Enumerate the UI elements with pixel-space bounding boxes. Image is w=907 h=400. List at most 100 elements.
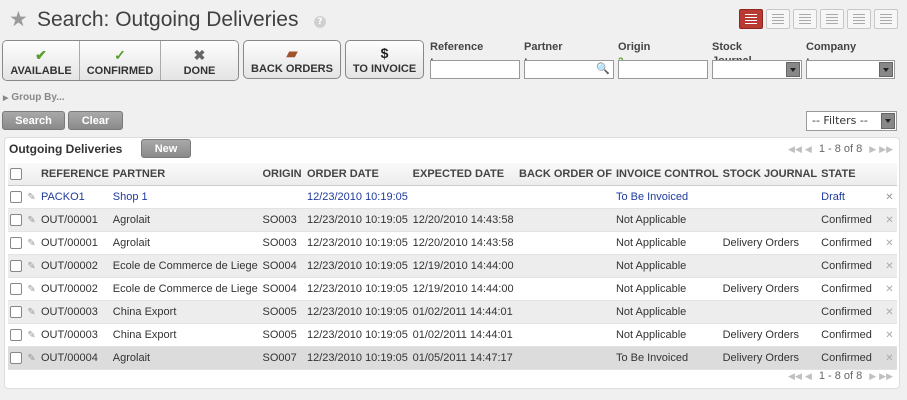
back-orders-filter-button[interactable]: ▰ BACK ORDERS bbox=[243, 40, 341, 79]
edit-pencil-icon[interactable]: ✎ bbox=[25, 254, 39, 278]
last-page-icon[interactable]: ▶▶ bbox=[879, 371, 893, 382]
row-checkbox[interactable] bbox=[10, 306, 22, 319]
table-row[interactable]: ✎ OUT/00003 China Export SO005 12/23/2010 10… bbox=[8, 300, 897, 324]
clear-button[interactable]: Clear bbox=[68, 111, 123, 130]
next-page-icon[interactable]: ▶ bbox=[869, 144, 876, 155]
cell-invoice-control: Not Applicable bbox=[613, 208, 721, 232]
col-invoice-control[interactable]: INVOICE CONTROL bbox=[613, 163, 721, 186]
available-filter-button[interactable]: ✔ AVAILABLE bbox=[3, 41, 80, 80]
delete-row-icon[interactable]: ✕ bbox=[881, 277, 897, 301]
stock-journal-select[interactable] bbox=[712, 60, 802, 79]
cell-state: Confirmed bbox=[819, 323, 882, 347]
table-row[interactable]: ✎ OUT/00004 Agrolait SO007 12/23/2010 10:19:… bbox=[8, 346, 897, 370]
delete-row-icon[interactable]: ✕ bbox=[881, 346, 897, 370]
col-expected-date[interactable]: EXPECTED DATE bbox=[410, 163, 518, 186]
help-icon[interactable]: ? bbox=[314, 16, 326, 28]
last-page-icon[interactable]: ▶▶ bbox=[879, 144, 893, 155]
search-button[interactable]: Search bbox=[2, 111, 65, 130]
col-origin[interactable]: ORIGIN bbox=[260, 163, 305, 186]
origin-label-text: Origin bbox=[618, 41, 651, 53]
cell-invoice-control: Not Applicable bbox=[613, 254, 721, 278]
delete-row-icon[interactable]: ✕ bbox=[881, 231, 897, 255]
prev-page-icon[interactable]: ◀ bbox=[805, 144, 812, 155]
dropdown-arrow-icon[interactable] bbox=[786, 62, 800, 77]
cell-stock-journal bbox=[720, 254, 820, 278]
favorite-star-icon[interactable]: ★ bbox=[9, 7, 28, 31]
reference-input[interactable] bbox=[430, 60, 520, 79]
row-checkbox[interactable] bbox=[10, 329, 22, 342]
confirmed-filter-button[interactable]: ✓ CONFIRMED bbox=[80, 41, 161, 80]
row-checkbox-cell bbox=[8, 277, 26, 301]
prev-page-icon[interactable]: ◀ bbox=[805, 371, 812, 382]
delete-row-icon[interactable]: ✕ bbox=[881, 208, 897, 232]
select-all-checkbox[interactable] bbox=[10, 168, 22, 181]
view-switcher bbox=[739, 9, 898, 29]
state-filter-group: ✔ AVAILABLE ✓ CONFIRMED ✖ DONE bbox=[2, 40, 239, 81]
row-checkbox[interactable] bbox=[10, 283, 22, 296]
row-checkbox[interactable] bbox=[10, 237, 22, 250]
delete-row-icon[interactable]: ✕ bbox=[881, 185, 897, 209]
cross-icon: ✖ bbox=[193, 47, 206, 63]
company-select[interactable] bbox=[806, 60, 895, 79]
search-icon[interactable]: 🔍 bbox=[596, 62, 610, 75]
to-invoice-filter-button[interactable]: $ TO INVOICE bbox=[345, 40, 424, 79]
row-checkbox[interactable] bbox=[10, 191, 22, 204]
list-view-icon[interactable] bbox=[739, 9, 763, 29]
col-reference[interactable]: REFERENCE bbox=[38, 163, 111, 186]
table-row[interactable]: ✎ OUT/00001 Agrolait SO003 12/23/2010 10:19:… bbox=[8, 231, 897, 255]
new-button[interactable]: New bbox=[141, 139, 191, 158]
back-orders-label: BACK ORDERS bbox=[251, 63, 333, 75]
edit-pencil-icon[interactable]: ✎ bbox=[25, 208, 39, 232]
col-back-order-of[interactable]: BACK ORDER OF bbox=[517, 163, 614, 186]
cell-state: Confirmed bbox=[819, 300, 882, 324]
table-row[interactable]: ✎ PACKO1 Shop 1 12/23/2010 10:19:05 To Be In… bbox=[8, 185, 897, 209]
cell-origin: SO005 bbox=[260, 323, 305, 347]
cell-back-order-of bbox=[517, 300, 614, 324]
edit-pencil-icon[interactable]: ✎ bbox=[25, 231, 39, 255]
calendar-view-icon[interactable] bbox=[820, 9, 844, 29]
row-checkbox[interactable] bbox=[10, 352, 22, 365]
delete-col-header bbox=[881, 163, 897, 186]
dropdown-arrow-icon[interactable] bbox=[881, 113, 895, 129]
first-page-icon[interactable]: ◀◀ bbox=[788, 371, 802, 382]
edit-pencil-icon[interactable]: ✎ bbox=[25, 323, 39, 347]
cell-reference: OUT/00003 bbox=[38, 300, 111, 324]
col-stock-journal[interactable]: STOCK JOURNAL bbox=[720, 163, 820, 186]
table-row[interactable]: ✎ OUT/00001 Agrolait SO003 12/23/2010 10:19:… bbox=[8, 208, 897, 232]
cell-reference: OUT/00001 bbox=[38, 231, 111, 255]
cell-back-order-of bbox=[517, 231, 614, 255]
first-page-icon[interactable]: ◀◀ bbox=[788, 144, 802, 155]
edit-pencil-icon[interactable]: ✎ bbox=[25, 300, 39, 324]
col-state[interactable]: STATE bbox=[819, 163, 882, 186]
filters-select[interactable]: -- Filters -- bbox=[806, 111, 897, 131]
col-order-date[interactable]: ORDER DATE bbox=[304, 163, 411, 186]
table-row[interactable]: ✎ OUT/00002 Ecole de Commerce de Liege SO00… bbox=[8, 254, 897, 278]
delete-row-icon[interactable]: ✕ bbox=[881, 323, 897, 347]
graph-view-icon[interactable] bbox=[793, 9, 817, 29]
edit-pencil-icon[interactable]: ✎ bbox=[25, 277, 39, 301]
cell-expected-date: 12/19/2010 14:44:00 bbox=[410, 277, 518, 301]
edit-pencil-icon[interactable]: ✎ bbox=[25, 185, 39, 209]
expand-triangle-icon: ▶ bbox=[3, 95, 9, 102]
table-row[interactable]: ✎ OUT/00002 Ecole de Commerce de Liege SO00… bbox=[8, 277, 897, 301]
edit-pencil-icon[interactable]: ✎ bbox=[25, 346, 39, 370]
done-filter-button[interactable]: ✖ DONE bbox=[161, 41, 238, 80]
delete-row-icon[interactable]: ✕ bbox=[881, 300, 897, 324]
dropdown-arrow-icon[interactable] bbox=[879, 62, 893, 77]
cell-order-date: 12/23/2010 10:19:05 bbox=[304, 323, 411, 347]
gantt-view-icon[interactable] bbox=[847, 9, 871, 29]
table-row[interactable]: ✎ OUT/00003 China Export SO005 12/23/2010 10… bbox=[8, 323, 897, 347]
kanban-view-icon[interactable] bbox=[874, 9, 898, 29]
form-view-icon[interactable] bbox=[766, 9, 790, 29]
partner-input[interactable]: 🔍 bbox=[524, 60, 614, 79]
next-page-icon[interactable]: ▶ bbox=[869, 371, 876, 382]
cell-order-date: 12/23/2010 10:19:05 bbox=[304, 185, 411, 209]
group-by-toggle[interactable]: ▶ Group By... bbox=[3, 92, 65, 103]
row-checkbox[interactable] bbox=[10, 214, 22, 227]
origin-input[interactable] bbox=[618, 60, 708, 79]
row-checkbox[interactable] bbox=[10, 260, 22, 273]
delete-row-icon[interactable]: ✕ bbox=[881, 254, 897, 278]
edit-col-header bbox=[25, 163, 39, 186]
col-partner[interactable]: PARTNER bbox=[110, 163, 261, 186]
cell-state: Confirmed bbox=[819, 208, 882, 232]
